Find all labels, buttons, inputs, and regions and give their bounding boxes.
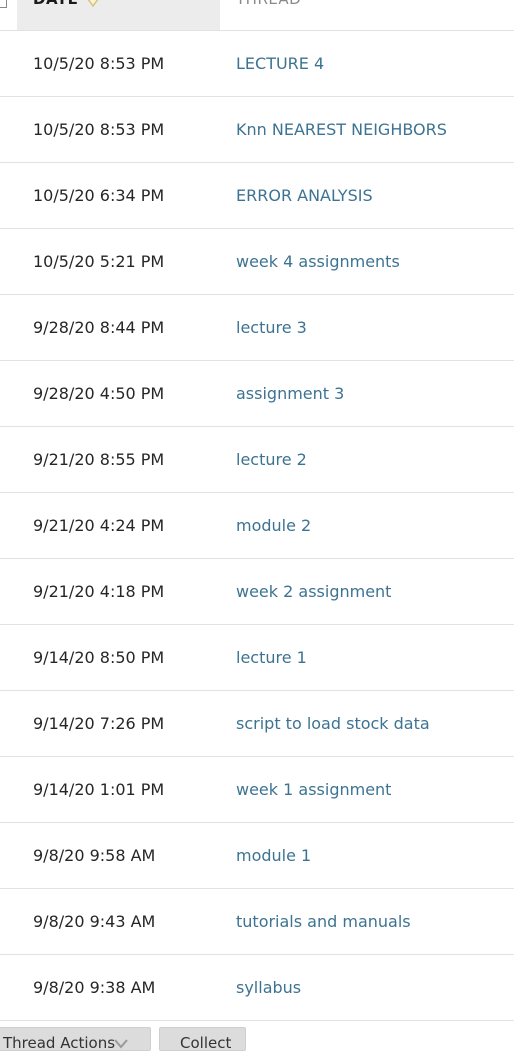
thread-date: 9/21/20 4:18 PM	[33, 582, 165, 601]
table-row: 10/5/20 8:53 PM Knn NEAREST NEIGHBORS	[0, 97, 514, 163]
thread-column-header[interactable]: THREAD	[236, 0, 301, 8]
thread-actions-button[interactable]: Thread Actions	[0, 1027, 151, 1052]
table-row: 9/21/20 4:18 PM week 2 assignment	[0, 559, 514, 625]
thread-date: 9/8/20 9:43 AM	[33, 912, 156, 931]
select-all-column	[0, 0, 17, 30]
select-all-checkbox[interactable]	[0, 0, 7, 8]
thread-date: 10/5/20 8:53 PM	[33, 120, 165, 139]
table-row: 9/14/20 1:01 PM week 1 assignment	[0, 757, 514, 823]
collect-button[interactable]: Collect	[159, 1027, 246, 1052]
thread-link[interactable]: LECTURE 4	[236, 54, 324, 73]
thread-date: 9/21/20 8:55 PM	[33, 450, 165, 469]
thread-link[interactable]: module 1	[236, 846, 311, 865]
thread-date: 9/8/20 9:58 AM	[33, 846, 156, 865]
table-row: 9/8/20 9:38 AM syllabus	[0, 955, 514, 1021]
date-column-label: DATE	[33, 0, 78, 8]
thread-link[interactable]: lecture 1	[236, 648, 307, 667]
collect-label: Collect	[180, 1034, 232, 1052]
table-row: 10/5/20 6:34 PM ERROR ANALYSIS	[0, 163, 514, 229]
thread-date: 10/5/20 6:34 PM	[33, 186, 165, 205]
thread-link[interactable]: ERROR ANALYSIS	[236, 186, 373, 205]
table-row: 9/28/20 8:44 PM lecture 3	[0, 295, 514, 361]
thread-date: 9/28/20 4:50 PM	[33, 384, 165, 403]
thread-link[interactable]: week 2 assignment	[236, 582, 391, 601]
date-column-header[interactable]: DATE	[17, 0, 220, 30]
table-row: 10/5/20 5:21 PM week 4 assignments	[0, 229, 514, 295]
thread-date: 9/14/20 8:50 PM	[33, 648, 165, 667]
thread-date: 9/14/20 1:01 PM	[33, 780, 165, 799]
thread-link[interactable]: week 1 assignment	[236, 780, 391, 799]
table-row: 9/21/20 8:55 PM lecture 2	[0, 427, 514, 493]
table-row: 9/8/20 9:43 AM tutorials and manuals	[0, 889, 514, 955]
thread-link[interactable]: lecture 2	[236, 450, 307, 469]
thread-date: 10/5/20 8:53 PM	[33, 54, 165, 73]
table-row: 9/8/20 9:58 AM module 1	[0, 823, 514, 889]
action-bar: Thread Actions Collect	[0, 1027, 514, 1052]
thread-list: 10/5/20 8:53 PM LECTURE 4 10/5/20 8:53 PM K…	[0, 31, 514, 1021]
thread-link[interactable]: syllabus	[236, 978, 301, 997]
thread-link[interactable]: tutorials and manuals	[236, 912, 411, 931]
thread-link[interactable]: Knn NEAREST NEIGHBORS	[236, 120, 447, 139]
table-row: 9/14/20 8:50 PM lecture 1	[0, 625, 514, 691]
thread-link[interactable]: week 4 assignments	[236, 252, 400, 271]
thread-date: 9/21/20 4:24 PM	[33, 516, 165, 535]
thread-link[interactable]: module 2	[236, 516, 311, 535]
thread-date: 9/14/20 7:26 PM	[33, 714, 165, 733]
chevron-down-icon	[114, 1039, 128, 1049]
table-header: DATE THREAD	[0, 0, 514, 31]
thread-link[interactable]: lecture 3	[236, 318, 307, 337]
thread-date: 10/5/20 5:21 PM	[33, 252, 165, 271]
table-row: 9/21/20 4:24 PM module 2	[0, 493, 514, 559]
table-row: 9/28/20 4:50 PM assignment 3	[0, 361, 514, 427]
thread-actions-label: Thread Actions	[3, 1034, 116, 1052]
table-row: 9/14/20 7:26 PM script to load stock data	[0, 691, 514, 757]
thread-link[interactable]: assignment 3	[236, 384, 344, 403]
thread-link[interactable]: script to load stock data	[236, 714, 430, 733]
thread-date: 9/28/20 8:44 PM	[33, 318, 165, 337]
sort-down-icon[interactable]	[84, 0, 102, 8]
thread-date: 9/8/20 9:38 AM	[33, 978, 156, 997]
table-row: 10/5/20 8:53 PM LECTURE 4	[0, 31, 514, 97]
